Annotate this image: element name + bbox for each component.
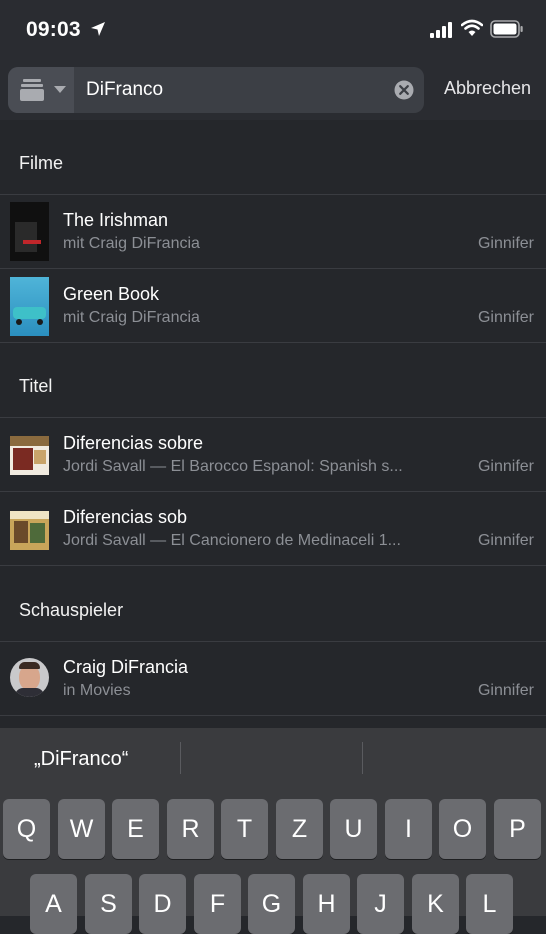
result-row[interactable]: Diferencias sob Jordi Savall — El Cancio… [0, 492, 546, 566]
row-detail: Ginnifer [477, 309, 534, 326]
cancel-button[interactable]: Abbrechen [444, 78, 531, 99]
key-g[interactable]: G [248, 874, 295, 934]
section-header-actors: Schauspieler [0, 567, 546, 642]
key-s[interactable]: S [85, 874, 132, 934]
battery-icon [490, 20, 523, 38]
key-p[interactable]: P [494, 799, 541, 859]
row-detail: Ginnifer [477, 235, 534, 252]
keyboard: „DiFranco“ Q W E R T Z U I O P A S D F G… [0, 728, 546, 934]
key-h[interactable]: H [303, 874, 350, 934]
suggestion-divider [362, 742, 363, 774]
album-artwork [10, 511, 49, 550]
row-detail: Ginnifer [477, 682, 534, 699]
row-subtitle: mit Craig DiFrancia [63, 309, 200, 326]
wifi-icon [461, 19, 483, 36]
key-o[interactable]: O [439, 799, 486, 859]
result-row[interactable]: Green Book mit Craig DiFrancia Ginnifer [0, 269, 546, 343]
section-header-movies: Filme [0, 120, 546, 195]
movie-poster [10, 277, 49, 336]
row-title: Craig DiFrancia [63, 657, 189, 677]
key-i[interactable]: I [385, 799, 432, 859]
key-w[interactable]: W [58, 799, 105, 859]
row-detail: Ginnifer [477, 458, 534, 475]
cellular-signal-icon [430, 22, 452, 38]
row-title: The Irishman [63, 210, 169, 230]
key-j[interactable]: J [357, 874, 404, 934]
key-t[interactable]: T [221, 799, 268, 859]
row-subtitle: in Movies [63, 682, 131, 699]
row-title: Diferencias sob [63, 507, 188, 527]
library-stack-icon [20, 79, 44, 101]
row-title: Green Book [63, 284, 160, 304]
row-subtitle: mit Craig DiFrancia [63, 235, 200, 252]
key-l[interactable]: L [466, 874, 513, 934]
album-artwork [10, 436, 49, 475]
key-d[interactable]: D [139, 874, 186, 934]
location-arrow-icon [91, 22, 105, 36]
section-title: Titel [19, 376, 53, 396]
row-title: Diferencias sobre [63, 433, 204, 453]
section-title: Schauspieler [19, 600, 124, 620]
key-u[interactable]: U [330, 799, 377, 859]
key-q[interactable]: Q [3, 799, 50, 859]
search-input[interactable] [86, 67, 386, 113]
search-field [8, 67, 424, 113]
chevron-down-icon [54, 86, 66, 93]
movie-poster [10, 202, 49, 261]
status-time: 09:03 [26, 18, 81, 41]
result-row[interactable]: The Irishman mit Craig DiFrancia Ginnife… [0, 195, 546, 269]
row-subtitle: Jordi Savall — El Barocco Espanol: Spani… [63, 458, 403, 475]
key-f[interactable]: F [194, 874, 241, 934]
key-e[interactable]: E [112, 799, 159, 859]
section-title: Filme [19, 153, 63, 173]
key-a[interactable]: A [30, 874, 77, 934]
result-row[interactable]: Diferencias sobre Jordi Savall — El Baro… [0, 418, 546, 492]
key-r[interactable]: R [167, 799, 214, 859]
section-header-titles: Titel [0, 343, 546, 418]
row-detail: Ginnifer [477, 532, 534, 549]
key-z[interactable]: Z [276, 799, 323, 859]
suggestion-item[interactable]: „DiFranco“ [34, 748, 128, 771]
status-bar: 09:03 [0, 0, 546, 60]
clear-icon[interactable] [394, 80, 414, 100]
suggestion-divider [180, 742, 181, 774]
avatar [10, 658, 49, 697]
row-subtitle: Jordi Savall — El Cancionero de Medinace… [63, 532, 401, 549]
suggestion-bar: „DiFranco“ [0, 728, 546, 792]
scope-button[interactable] [8, 67, 74, 113]
key-k[interactable]: K [412, 874, 459, 934]
result-row[interactable]: Craig DiFrancia in Movies Ginnifer [0, 642, 546, 716]
